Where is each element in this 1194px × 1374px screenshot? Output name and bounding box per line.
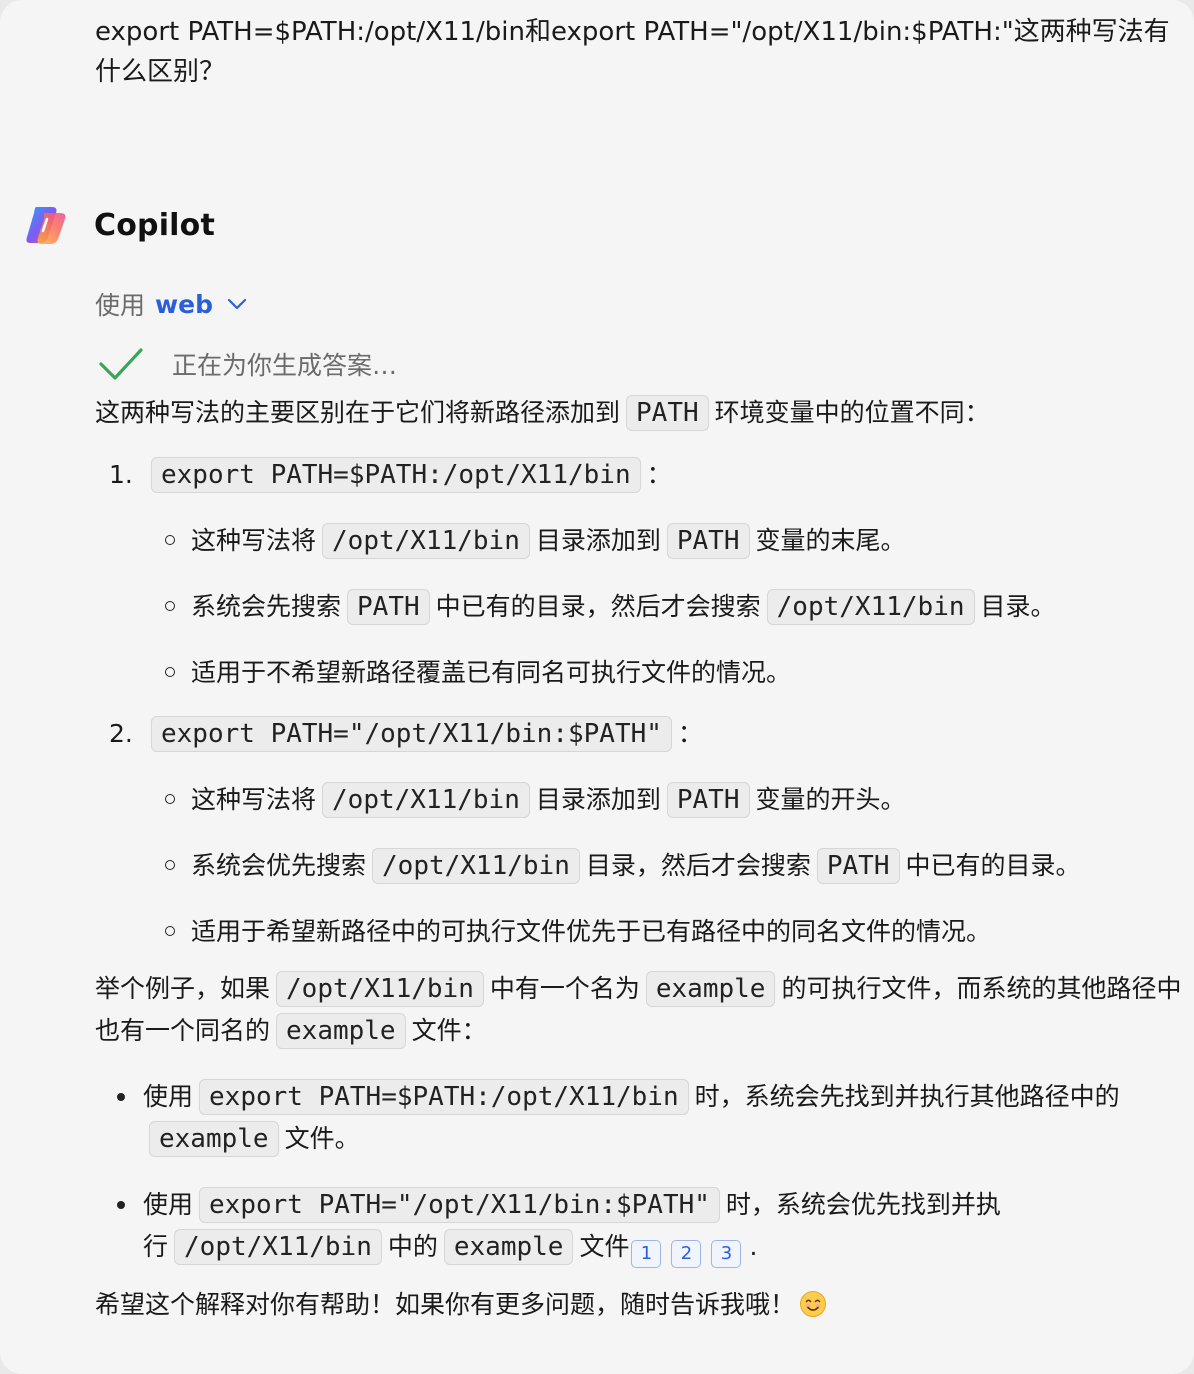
circle-bullet-icon <box>165 794 175 804</box>
example-paragraph: 举个例子，如果/opt/X11/bin 中有一个名为 example 的可执行文件，而… <box>95 968 1185 1052</box>
inline-code: /opt/X11/bin <box>372 848 580 884</box>
intro-text: 环境变量中的位置不同： <box>714 398 990 427</box>
inline-code: export PATH=$PATH:/opt/X11/bin <box>199 1079 689 1115</box>
inline-code: /opt/X11/bin <box>174 1229 382 1265</box>
inline-code: /opt/X11/bin <box>276 971 484 1007</box>
sub-text: 中已有的目录，然后才会搜索 <box>435 592 761 621</box>
inline-code: PATH <box>816 848 900 884</box>
source-link[interactable]: web <box>155 290 213 319</box>
closing-paragraph: 希望这个解释对你有帮助！如果你有更多问题，随时告诉我哦！ <box>95 1284 1185 1325</box>
bullet-text: 中的 <box>387 1232 438 1261</box>
list-number: 1. <box>109 460 133 489</box>
copilot-logo-icon <box>26 207 66 244</box>
inline-code: /opt/X11/bin <box>322 782 530 818</box>
bot-header: Copilot <box>22 200 215 250</box>
bullet-item: 使用 export PATH=$PATH:/opt/X11/bin 时，系统会先找到… <box>117 1076 1185 1160</box>
circle-bullet-icon <box>165 601 175 611</box>
answer-intro: 这两种写法的主要区别在于它们将新路径添加到 PATH 环境变量中的位置不同： <box>95 392 1185 434</box>
inline-code: PATH <box>626 395 709 431</box>
smiling-face-icon <box>800 1291 827 1317</box>
status-text: 正在为你生成答案… <box>172 351 398 380</box>
citation-1[interactable]: 1 <box>631 1240 662 1268</box>
circle-bullet-icon <box>165 535 175 545</box>
source-prefix: 使用 <box>95 291 146 320</box>
sub-text: 系统会先搜索 <box>191 592 342 621</box>
intro-text: 这两种写法的主要区别在于它们将新路径添加到 <box>95 398 621 427</box>
checkmark-icon <box>99 348 143 380</box>
sub-item: 这种写法将/opt/X11/bin 目录添加到 PATH 变量的开头。 <box>165 779 1185 821</box>
bullet-dot-icon <box>117 1201 125 1209</box>
inline-code: export PATH="/opt/X11/bin:$PATH" <box>151 716 672 752</box>
citation-2[interactable]: 2 <box>671 1240 702 1268</box>
sub-text: 目录添加到 <box>535 785 661 814</box>
citation-3[interactable]: 3 <box>711 1240 742 1268</box>
source-toggle[interactable]: 使用 web <box>95 284 247 324</box>
generation-status: 正在为你生成答案… <box>98 344 397 384</box>
item-suffix: ： <box>646 460 672 489</box>
user-message: export PATH=$PATH:/opt/X11/bin和export PA… <box>95 17 1170 87</box>
list-number: 2. <box>109 719 133 748</box>
sub-text: 变量的开头。 <box>755 785 906 814</box>
circle-bullet-icon <box>165 926 175 936</box>
bullet-text: 文件 <box>579 1232 630 1261</box>
bullet-text: 使用 <box>143 1082 194 1111</box>
bullet-item: 使用 export PATH="/opt/X11/bin:$PATH" 时，系统会优… <box>117 1184 1185 1268</box>
inline-code: /opt/X11/bin <box>322 523 530 559</box>
inline-code: export PATH=$PATH:/opt/X11/bin <box>151 457 641 493</box>
inline-code: example <box>149 1121 279 1157</box>
sub-text: 目录，然后才会搜索 <box>585 851 811 880</box>
sub-text: 系统会优先搜索 <box>191 851 367 880</box>
inline-code: example <box>645 971 776 1007</box>
bullet-end: . <box>749 1232 758 1261</box>
inline-code: example <box>443 1229 574 1265</box>
inline-code: export PATH="/opt/X11/bin:$PATH" <box>199 1187 720 1223</box>
example-text: 文件： <box>411 1016 487 1045</box>
chat-panel: export PATH=$PATH:/opt/X11/bin和export PA… <box>0 0 1194 1374</box>
inline-code: PATH <box>666 782 750 818</box>
sub-item: 系统会优先搜索/opt/X11/bin 目录，然后才会搜索 PATH 中已有的目录。 <box>165 845 1185 887</box>
list-item-1: 1. export PATH=$PATH:/opt/X11/bin： <box>109 454 1185 496</box>
sub-text: 这种写法将 <box>191 785 317 814</box>
list-item-2: 2. export PATH="/opt/X11/bin:$PATH"： <box>109 713 1185 755</box>
sub-item: 适用于不希望新路径覆盖已有同名可执行文件的情况。 <box>165 652 1185 693</box>
closing-text: 希望这个解释对你有帮助！如果你有更多问题，随时告诉我哦！ <box>95 1290 796 1319</box>
example-text: 举个例子，如果 <box>95 974 271 1003</box>
sub-item: 适用于希望新路径中的可执行文件优先于已有路径中的同名文件的情况。 <box>165 911 1185 952</box>
sub-text: 目录。 <box>980 592 1056 621</box>
chevron-down-icon[interactable] <box>227 297 247 311</box>
inline-code: PATH <box>666 523 750 559</box>
circle-bullet-icon <box>165 860 175 870</box>
sub-text: 变量的末尾。 <box>755 526 906 555</box>
bot-name: Copilot <box>94 207 216 243</box>
bullet-text: 使用 <box>143 1190 194 1219</box>
example-text: 中有一个名为 <box>489 974 640 1003</box>
bullet-text: 时，系统会先找到并执行其他路径中的 <box>694 1082 1120 1111</box>
sub-text: 中已有的目录。 <box>905 851 1081 880</box>
sub-text: 适用于希望新路径中的可执行文件优先于已有路径中的同名文件的情况。 <box>191 917 992 946</box>
sub-item: 系统会先搜索 PATH 中已有的目录，然后才会搜索/opt/X11/bin 目录。 <box>165 586 1185 628</box>
inline-code: PATH <box>347 589 430 625</box>
inline-code: example <box>276 1013 406 1049</box>
sub-text: 目录添加到 <box>535 526 661 555</box>
item-suffix: ： <box>677 719 703 748</box>
sub-item: 这种写法将/opt/X11/bin 目录添加到 PATH 变量的末尾。 <box>165 520 1185 562</box>
bullet-text: 文件。 <box>284 1124 360 1153</box>
sub-text: 这种写法将 <box>191 526 317 555</box>
sub-text: 适用于不希望新路径覆盖已有同名可执行文件的情况。 <box>191 658 792 687</box>
answer-body: 这两种写法的主要区别在于它们将新路径添加到 PATH 环境变量中的位置不同： 1. … <box>95 392 1185 1325</box>
circle-bullet-icon <box>165 667 175 677</box>
bullet-dot-icon <box>117 1093 125 1101</box>
inline-code: /opt/X11/bin <box>766 589 975 625</box>
